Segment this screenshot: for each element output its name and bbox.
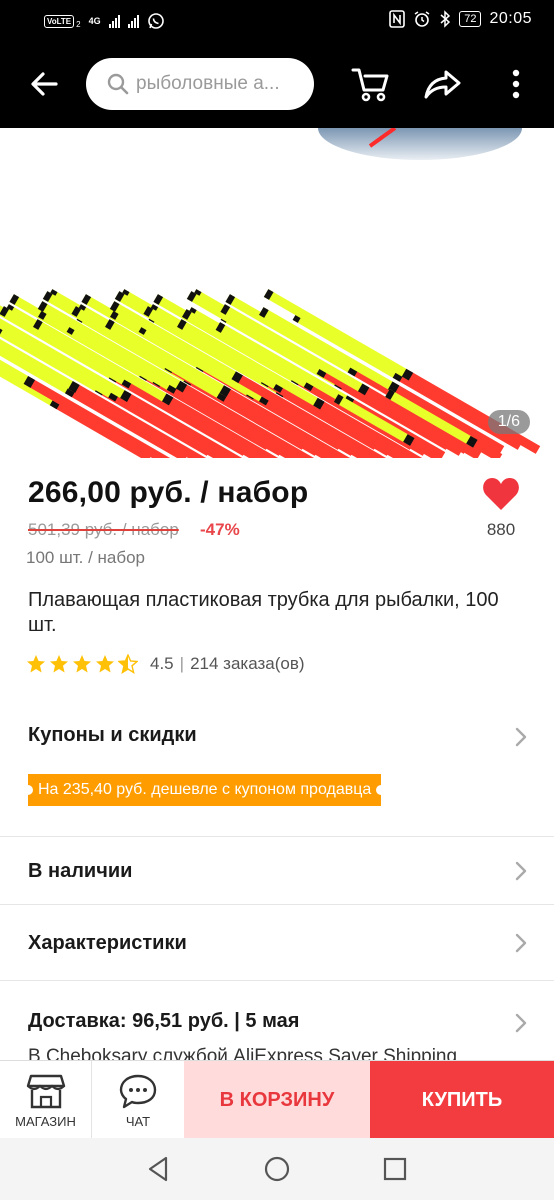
specs-row[interactable]: Характеристики [0, 908, 554, 976]
specs-label: Характеристики [28, 932, 187, 954]
nav-home-icon[interactable] [262, 1154, 292, 1184]
store-icon [26, 1074, 65, 1108]
star-icon [27, 655, 45, 673]
product-title: Плавающая пластиковая трубка для рыбалки… [28, 589, 499, 636]
product-image-gallery[interactable]: 1/6 [0, 128, 554, 458]
heart-icon[interactable] [482, 476, 520, 512]
orders-count: 214 заказа(ов) [190, 654, 305, 673]
store-button[interactable]: МАГАЗИН [0, 1061, 92, 1139]
back-arrow-icon[interactable] [26, 66, 62, 102]
search-placeholder: рыболовные а... [136, 73, 280, 94]
unit-label: 100 шт. / набор [26, 548, 146, 567]
coupon-badge[interactable]: На 235,40 руб. дешевле с купоном продавц… [22, 774, 387, 806]
divider [0, 980, 554, 981]
chevron-right-icon [515, 933, 527, 953]
half-star-icon [118, 654, 138, 674]
rating-separator: | [179, 654, 185, 673]
bottom-action-bar: МАГАЗИН ЧАТ В КОРЗИНУ КУПИТЬ [0, 1060, 554, 1139]
battery-indicator: 72 [459, 11, 482, 27]
share-icon[interactable] [422, 64, 462, 104]
more-icon[interactable] [496, 64, 536, 104]
signal-2-icon [127, 14, 139, 28]
buy-now-button[interactable]: КУПИТЬ [370, 1061, 554, 1139]
signal-icon [108, 14, 120, 28]
whatsapp-icon [147, 13, 164, 29]
divider [0, 836, 554, 837]
favorites-count: 880 [486, 520, 516, 539]
clock: 20:05 [489, 10, 532, 27]
chevron-right-icon [515, 861, 527, 881]
chat-label: ЧАТ [125, 1113, 151, 1129]
alarm-icon [414, 11, 430, 27]
bluetooth-icon [440, 10, 451, 28]
old-price: 501,39 руб. / набор [28, 520, 179, 539]
network-type: 4G [88, 16, 101, 26]
nav-recents-icon[interactable] [380, 1154, 410, 1184]
coupons-row[interactable]: Купоны и скидки [0, 706, 554, 766]
in-stock-row[interactable]: В наличии [0, 840, 554, 902]
search-icon [107, 73, 129, 95]
volte-indicator: VoLTE [44, 14, 75, 28]
product-image [0, 128, 541, 458]
store-label: МАГАЗИН [15, 1113, 76, 1129]
system-nav-bar [0, 1138, 554, 1200]
rating-value: 4.5 [150, 654, 174, 673]
chevron-right-icon [515, 1013, 527, 1033]
coupons-label: Купоны и скидки [28, 724, 197, 746]
chat-button[interactable]: ЧАТ [92, 1061, 184, 1139]
chat-icon [119, 1074, 157, 1108]
star-icon [73, 655, 91, 673]
search-input[interactable]: рыболовные а... [86, 58, 314, 110]
price: 266,00 руб. / набор [28, 476, 309, 509]
sim-indicator: 2 [76, 19, 81, 29]
star-icon [96, 655, 114, 673]
discount-badge: -47% [200, 520, 240, 539]
star-icon [50, 655, 68, 673]
rating-stars [26, 654, 138, 674]
chevron-right-icon [515, 727, 527, 747]
rating-row[interactable]: 4.5 | 214 заказа(ов) [26, 654, 305, 674]
add-to-cart-button[interactable]: В КОРЗИНУ [184, 1061, 370, 1139]
in-stock-label: В наличии [28, 860, 133, 882]
nfc-icon [389, 10, 406, 28]
divider [0, 904, 554, 905]
nav-back-icon[interactable] [144, 1154, 174, 1184]
image-counter: 1/6 [487, 410, 530, 434]
status-bar: VoLTE 2 4G 72 20:05 [0, 0, 554, 42]
app-bar: рыболовные а... [0, 42, 554, 128]
delivery-label: Доставка: 96,51 руб. | 5 мая [28, 1010, 300, 1032]
cart-icon[interactable] [350, 64, 390, 104]
